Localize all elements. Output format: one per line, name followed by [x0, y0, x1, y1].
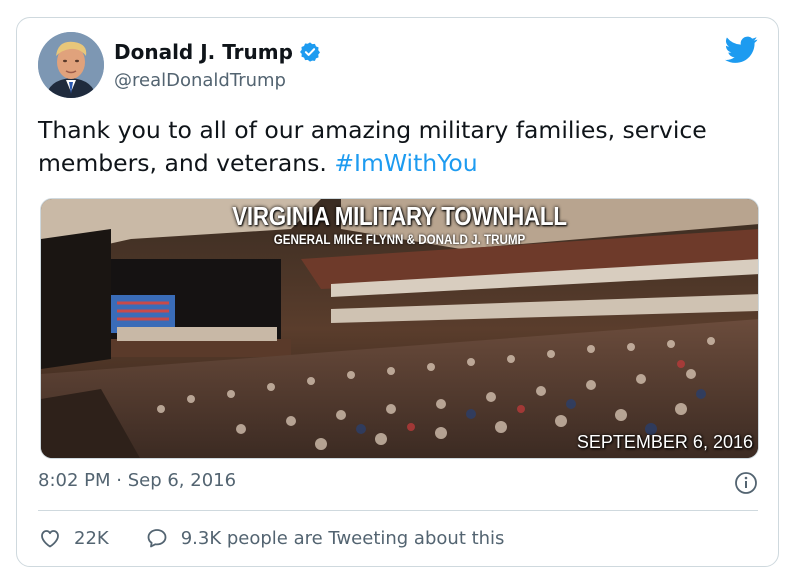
author-display-name[interactable]: Donald J. Trump: [114, 40, 293, 64]
author-handle[interactable]: @realDonaldTrump: [114, 70, 286, 91]
author-name-row[interactable]: Donald J. Trump: [114, 40, 321, 64]
like-count: 22K: [74, 527, 109, 549]
avatar-image: [38, 32, 104, 98]
avatar[interactable]: [38, 32, 104, 98]
tweet-timestamp[interactable]: 8:02 PM · Sep 6, 2016: [38, 470, 236, 491]
media-title: VIRGINIA MILITARY TOWNHALL: [232, 201, 567, 231]
tweet-text: Thank you to all of our amazing military…: [38, 114, 758, 180]
media-date: SEPTEMBER 6, 2016: [576, 432, 753, 452]
verified-badge-icon: [299, 42, 320, 62]
tweet-card: Donald J. Trump @realDonaldTrump Thank y…: [16, 17, 779, 567]
like-button[interactable]: 22K: [38, 526, 109, 550]
speech-bubble-icon: [147, 529, 167, 548]
divider: [38, 510, 758, 511]
heart-icon: [41, 530, 59, 548]
tweet-media-image[interactable]: VIRGINIA MILITARY TOWNHALL GENERAL MIKE …: [40, 198, 759, 459]
info-icon[interactable]: [734, 471, 758, 495]
twitter-bird-icon[interactable]: [725, 36, 758, 64]
media-subtitle: GENERAL MIKE FLYNN & DONALD J. TRUMP: [273, 232, 526, 247]
engagement-bar: 22K 9.3K people are Tweeting about this: [38, 526, 504, 550]
conversation-text: 9.3K people are Tweeting about this: [180, 527, 505, 549]
conversation-button[interactable]: 9.3K people are Tweeting about this: [145, 526, 505, 550]
hashtag-link[interactable]: #ImWithYou: [334, 149, 477, 177]
